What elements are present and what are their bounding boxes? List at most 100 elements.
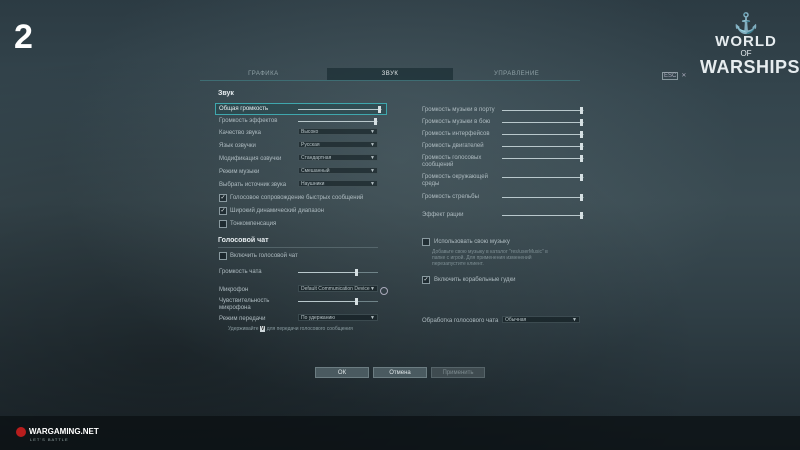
ambient-volume-slider[interactable] bbox=[502, 174, 584, 181]
gunfire-volume-label: Громкость стрельбы bbox=[422, 194, 479, 200]
ship-horns-checkbox[interactable]: ✓ bbox=[422, 276, 430, 284]
logo-line-3: WARSHIPS bbox=[700, 57, 800, 77]
chevron-down-icon: ▼ bbox=[370, 142, 375, 148]
slider-handle[interactable] bbox=[580, 107, 583, 114]
cancel-button[interactable]: Отмена bbox=[373, 367, 427, 378]
port-music-volume-slider[interactable] bbox=[502, 107, 584, 114]
chat-volume-label: Громкость чата bbox=[219, 269, 262, 275]
dropdown-value: Наушники bbox=[301, 181, 325, 187]
esc-close[interactable]: ESC ✕ bbox=[662, 72, 686, 80]
tab-controls[interactable]: УПРАВЛЕНИЕ bbox=[453, 68, 580, 80]
slider-handle[interactable] bbox=[580, 212, 583, 219]
engine-volume-slider[interactable] bbox=[502, 143, 584, 150]
hint-key: V bbox=[259, 326, 266, 332]
engine-volume-label: Громкость двигателей bbox=[422, 143, 484, 149]
slider-handle[interactable] bbox=[378, 106, 381, 113]
ship-horns-label: Включить корабельные гудки bbox=[434, 277, 516, 283]
mic-test-icon[interactable] bbox=[380, 287, 388, 295]
tab-graphics[interactable]: ГРАФИКА bbox=[200, 68, 327, 80]
close-icon[interactable]: ✕ bbox=[681, 73, 686, 79]
transmit-mode-label: Режим передачи bbox=[219, 316, 266, 322]
slider-handle[interactable] bbox=[580, 174, 583, 181]
anchor-emblem-icon: ⚓ bbox=[733, 13, 759, 35]
radio-effect-label: Эффект рации bbox=[422, 212, 464, 218]
sound-source-label: Выбрать источник звука bbox=[219, 182, 287, 188]
apply-button[interactable]: Применить bbox=[431, 367, 485, 378]
mic-dropdown[interactable]: Default Communication Device ▼ bbox=[298, 285, 378, 292]
wide-range-checkbox[interactable]: ✓ bbox=[219, 207, 227, 215]
tone-comp-label: Тонкомпенсация bbox=[230, 221, 277, 227]
chevron-down-icon: ▼ bbox=[370, 181, 375, 187]
voice-language-label: Язык озвучки bbox=[219, 143, 256, 149]
voice-msg-volume-slider[interactable] bbox=[502, 155, 584, 162]
sound-quality-label: Качество звука bbox=[219, 130, 261, 136]
slider-handle[interactable] bbox=[580, 155, 583, 162]
world-of-warships-logo: ⚓ WORLD OF WARSHIPS bbox=[700, 13, 800, 94]
hint-text: для передачи голосового сообщения bbox=[266, 326, 353, 332]
effects-volume-slider[interactable] bbox=[298, 118, 378, 125]
chevron-down-icon: ▼ bbox=[370, 286, 375, 292]
ok-button[interactable]: ОК bbox=[315, 367, 369, 378]
chevron-down-icon: ▼ bbox=[370, 129, 375, 135]
dropdown-value: Default Communication Device bbox=[301, 286, 370, 292]
voice-mod-dropdown[interactable]: Стандартная ▼ bbox=[298, 154, 378, 161]
chat-volume-slider[interactable] bbox=[298, 269, 378, 276]
quick-msg-voice-label: Голосовое сопровождение быстрых сообщени… bbox=[230, 195, 364, 201]
master-volume-label: Общая громкость bbox=[219, 106, 269, 112]
own-music-checkbox[interactable] bbox=[422, 238, 430, 246]
slider-handle[interactable] bbox=[374, 118, 377, 125]
voice-language-dropdown[interactable]: Русская ▼ bbox=[298, 141, 378, 148]
sound-source-dropdown[interactable]: Наушники ▼ bbox=[298, 180, 378, 187]
slider-handle[interactable] bbox=[580, 194, 583, 201]
voice-processing-dropdown[interactable]: Обычная ▼ bbox=[502, 316, 580, 323]
transmit-mode-dropdown[interactable]: По удержанию ▼ bbox=[298, 314, 378, 321]
voice-chat-section-title: Голосовой чат bbox=[218, 237, 269, 244]
battle-music-volume-label: Громкость музыки в бою bbox=[422, 119, 491, 125]
footer-bar bbox=[0, 416, 800, 450]
chevron-down-icon: ▼ bbox=[572, 317, 577, 323]
slider-handle[interactable] bbox=[355, 298, 358, 305]
slider-handle[interactable] bbox=[580, 131, 583, 138]
step-number: 2 bbox=[14, 18, 33, 56]
dropdown-value: Русская bbox=[301, 142, 320, 148]
settings-tabs: ГРАФИКА ЗВУК УПРАВЛЕНИЕ bbox=[200, 68, 580, 81]
port-music-volume-label: Громкость музыки в порту bbox=[422, 107, 495, 113]
mic-label: Микрофон bbox=[219, 287, 249, 293]
music-mode-dropdown[interactable]: Смешанный ▼ bbox=[298, 167, 378, 174]
effects-volume-label: Громкость эффектов bbox=[219, 118, 278, 124]
push-to-talk-hint: Удерживайте V для передачи голосового со… bbox=[228, 326, 353, 332]
master-volume-slider[interactable] bbox=[298, 106, 382, 113]
esc-key-label: ESC bbox=[662, 72, 679, 80]
dropdown-value: Высоко bbox=[301, 129, 319, 135]
slider-handle[interactable] bbox=[355, 269, 358, 276]
music-mode-label: Режим музыки bbox=[219, 169, 260, 175]
interface-volume-slider[interactable] bbox=[502, 131, 584, 138]
ambient-volume-label: Громкость окружающей среды bbox=[422, 174, 488, 187]
brand-text: WARGAMING.NET bbox=[29, 427, 99, 437]
quick-msg-voice-checkbox[interactable]: ✓ bbox=[219, 194, 227, 202]
voice-mod-label: Модификация озвучки bbox=[219, 156, 282, 162]
slider-handle[interactable] bbox=[580, 143, 583, 150]
sound-quality-dropdown[interactable]: Высоко ▼ bbox=[298, 128, 378, 135]
tone-comp-checkbox[interactable] bbox=[219, 220, 227, 228]
gunfire-volume-slider[interactable] bbox=[502, 194, 584, 201]
tab-sound[interactable]: ЗВУК bbox=[326, 68, 454, 80]
voice-msg-volume-label: Громкость голосовых сообщений bbox=[422, 155, 482, 168]
interface-volume-label: Громкость интерфейсов bbox=[422, 131, 490, 137]
sound-section-title: Звук bbox=[218, 90, 234, 97]
chevron-down-icon: ▼ bbox=[370, 315, 375, 321]
own-music-note: Добавьте свою музыку в каталог "res/user… bbox=[432, 249, 548, 267]
wargaming-emblem-icon bbox=[16, 427, 26, 437]
slider-handle[interactable] bbox=[580, 119, 583, 126]
mic-sensitivity-slider[interactable] bbox=[298, 298, 378, 305]
dropdown-value: По удержанию bbox=[301, 315, 336, 321]
enable-voice-chat-checkbox[interactable] bbox=[219, 252, 227, 260]
logo-line-1: WORLD bbox=[715, 33, 777, 50]
chevron-down-icon: ▼ bbox=[370, 168, 375, 174]
hint-text: Удерживайте bbox=[228, 326, 259, 332]
own-music-label: Использовать свою музыку bbox=[434, 239, 510, 245]
radio-effect-slider[interactable] bbox=[502, 212, 584, 219]
chevron-down-icon: ▼ bbox=[370, 155, 375, 161]
battle-music-volume-slider[interactable] bbox=[502, 119, 584, 126]
wargaming-logo: WARGAMING.NET LET'S BATTLE bbox=[16, 427, 99, 442]
